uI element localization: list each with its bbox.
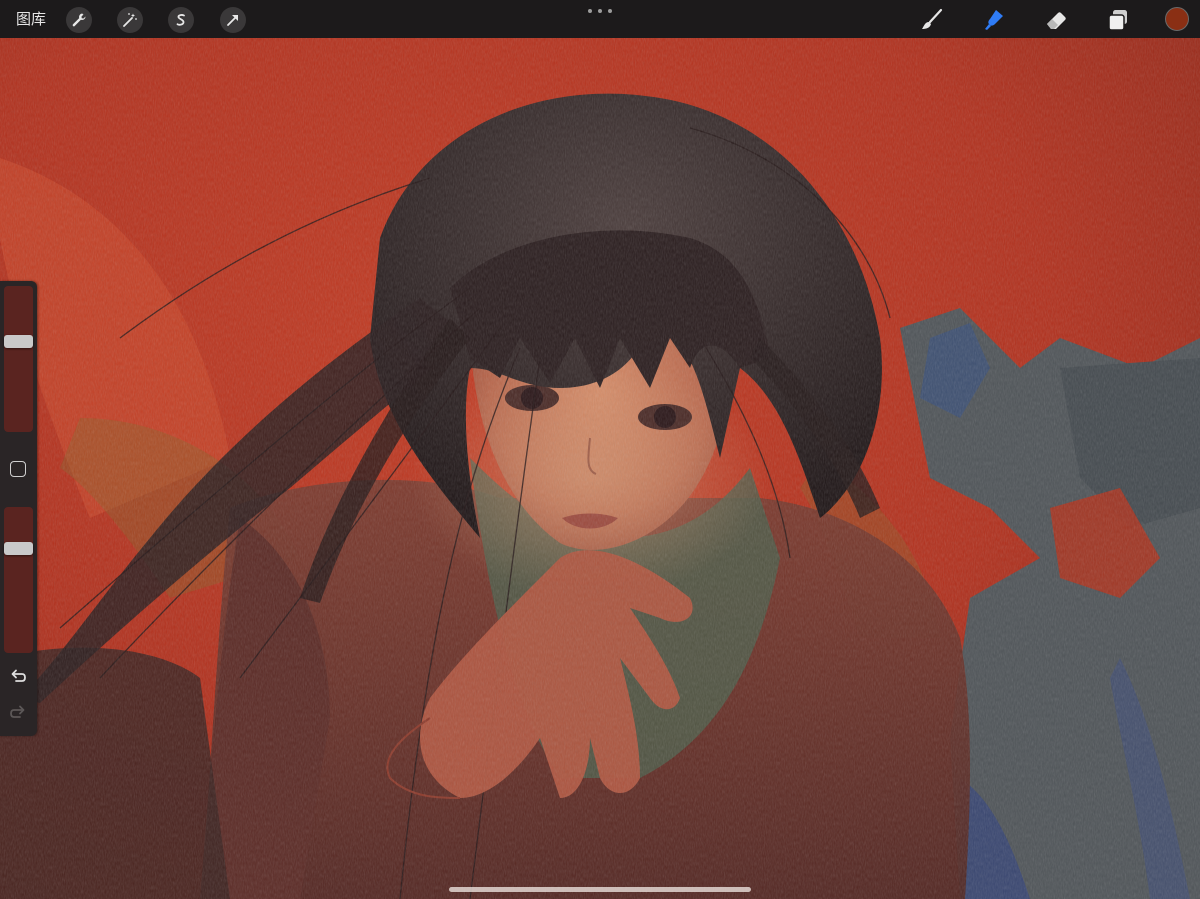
paint-tool-button[interactable] xyxy=(918,6,946,34)
dot-icon xyxy=(608,9,612,13)
undo-icon[interactable] xyxy=(8,667,28,687)
dot-icon xyxy=(588,9,592,13)
smudge-tool-button[interactable] xyxy=(980,6,1008,34)
procreate-app: 图库 xyxy=(0,0,1200,899)
drawing-canvas[interactable] xyxy=(0,38,1200,899)
layers-icon xyxy=(1108,10,1127,31)
color-picker-swatch[interactable] xyxy=(1165,7,1189,31)
arrow-cursor-icon xyxy=(227,15,238,26)
more-options-handle[interactable] xyxy=(588,4,612,18)
opacity-slider[interactable] xyxy=(4,507,33,653)
eraser-icon xyxy=(1047,12,1066,29)
layers-button[interactable] xyxy=(1104,6,1132,34)
eraser-tool-button[interactable] xyxy=(1042,6,1070,34)
dot-icon xyxy=(598,9,602,13)
home-indicator[interactable] xyxy=(449,887,751,892)
brush-size-slider[interactable] xyxy=(4,286,33,432)
redo-icon[interactable] xyxy=(8,703,28,723)
gallery-button[interactable]: 图库 xyxy=(16,8,46,30)
wrench-icon xyxy=(72,13,86,27)
opacity-thumb[interactable] xyxy=(4,542,33,555)
modify-square-icon[interactable] xyxy=(10,461,26,477)
adjustments-button[interactable] xyxy=(117,7,143,33)
magic-wand-icon xyxy=(123,13,137,27)
selection-s-icon xyxy=(176,14,185,26)
actions-button[interactable] xyxy=(66,7,92,33)
transform-button[interactable] xyxy=(220,7,246,33)
brush-size-thumb[interactable] xyxy=(4,335,33,348)
left-sidebar xyxy=(0,281,37,736)
artwork xyxy=(0,38,1200,899)
brush-icon xyxy=(922,8,943,29)
top-toolbar: 图库 xyxy=(0,0,1200,38)
smudge-icon xyxy=(985,10,1003,30)
selection-button[interactable] xyxy=(168,7,194,33)
